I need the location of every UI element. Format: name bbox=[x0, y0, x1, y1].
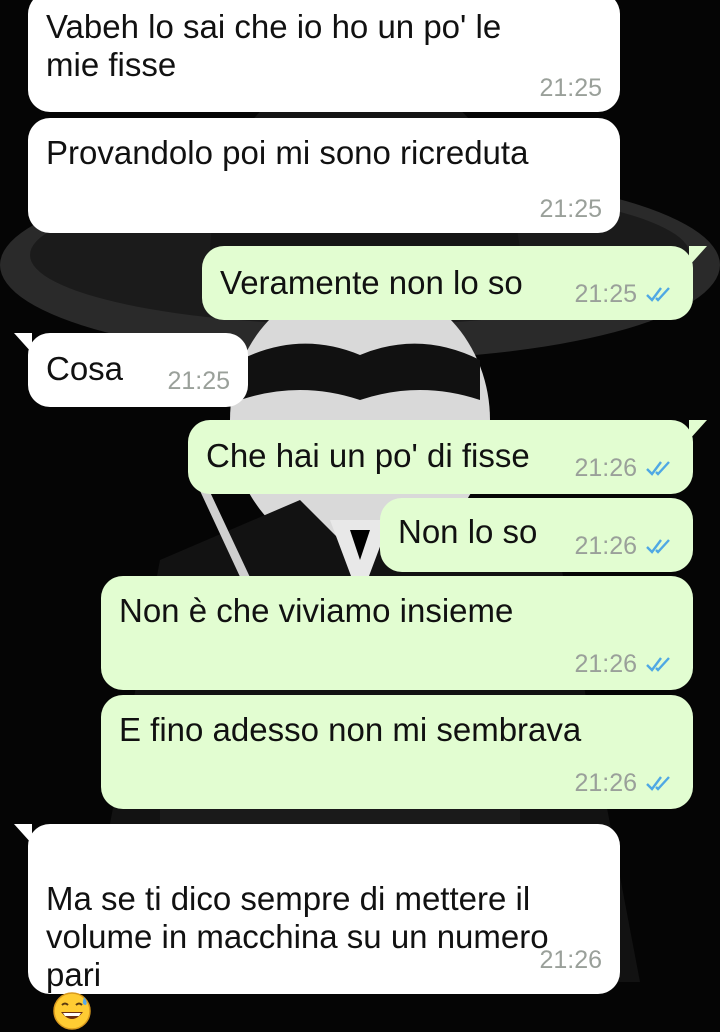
message-text: Ma se ti dico sempre di mettere il volum… bbox=[46, 842, 549, 1032]
double-check-icon bbox=[646, 657, 670, 672]
message-time: 21:25 bbox=[167, 367, 230, 395]
message-bubble-outgoing[interactable]: Non è che viviamo insieme 21:26 bbox=[101, 576, 693, 690]
message-text: Veramente non lo so bbox=[220, 264, 523, 301]
message-meta: 21:26 bbox=[574, 650, 675, 678]
message-bubble-incoming[interactable]: Cosa 21:25 bbox=[14, 333, 248, 407]
grinning-sweat-emoji bbox=[53, 992, 91, 1031]
message-time: 21:25 bbox=[539, 74, 602, 102]
message-time: 21:26 bbox=[574, 650, 637, 678]
message-bubble-outgoing[interactable]: Veramente non lo so 21:25 bbox=[202, 246, 707, 320]
message-meta: 21:25 bbox=[539, 74, 602, 102]
message-meta: 21:26 bbox=[574, 532, 675, 560]
message-meta: 21:26 bbox=[574, 769, 675, 797]
message-meta: 21:26 bbox=[539, 946, 602, 974]
message-bubble-outgoing[interactable]: E fino adesso non mi sembrava 21:26 bbox=[101, 695, 693, 809]
message-bubble-outgoing[interactable]: Non lo so 21:26 bbox=[380, 498, 693, 572]
message-meta: 21:25 bbox=[539, 195, 602, 223]
message-bubble-incoming[interactable]: Ma se ti dico sempre di mettere il volum… bbox=[14, 824, 620, 1031]
message-meta: 21:26 bbox=[574, 454, 675, 482]
message-time: 21:26 bbox=[539, 946, 602, 974]
message-bubble-incoming[interactable]: Vabeh lo sai che io ho un po' le mie fis… bbox=[28, 0, 620, 112]
message-time: 21:25 bbox=[574, 280, 637, 308]
message-time: 21:26 bbox=[574, 769, 637, 797]
message-text: Non è che viviamo insieme bbox=[119, 592, 514, 629]
message-text: Provandolo poi mi sono ricreduta bbox=[46, 134, 529, 171]
message-text: Cosa bbox=[46, 350, 124, 387]
message-time: 21:26 bbox=[574, 454, 637, 482]
message-bubble-incoming[interactable]: Provandolo poi mi sono ricreduta 21:25 bbox=[28, 118, 620, 233]
message-meta: 21:25 bbox=[167, 367, 230, 395]
message-time: 21:26 bbox=[574, 532, 637, 560]
double-check-icon bbox=[646, 539, 670, 554]
message-text: Vabeh lo sai che io ho un po' le mie fis… bbox=[46, 8, 502, 83]
double-check-icon bbox=[646, 776, 670, 791]
message-text: E fino adesso non mi sembrava bbox=[119, 711, 582, 748]
message-time: 21:25 bbox=[539, 195, 602, 223]
message-bubble-outgoing[interactable]: Che hai un po' di fisse 21:26 bbox=[188, 420, 707, 494]
message-meta: 21:25 bbox=[574, 280, 675, 308]
message-text-content: Ma se ti dico sempre di mettere il volum… bbox=[46, 880, 549, 993]
double-check-icon bbox=[646, 287, 670, 302]
double-check-icon bbox=[646, 461, 670, 476]
message-text: Che hai un po' di fisse bbox=[206, 437, 530, 474]
message-text: Non lo so bbox=[398, 513, 538, 550]
